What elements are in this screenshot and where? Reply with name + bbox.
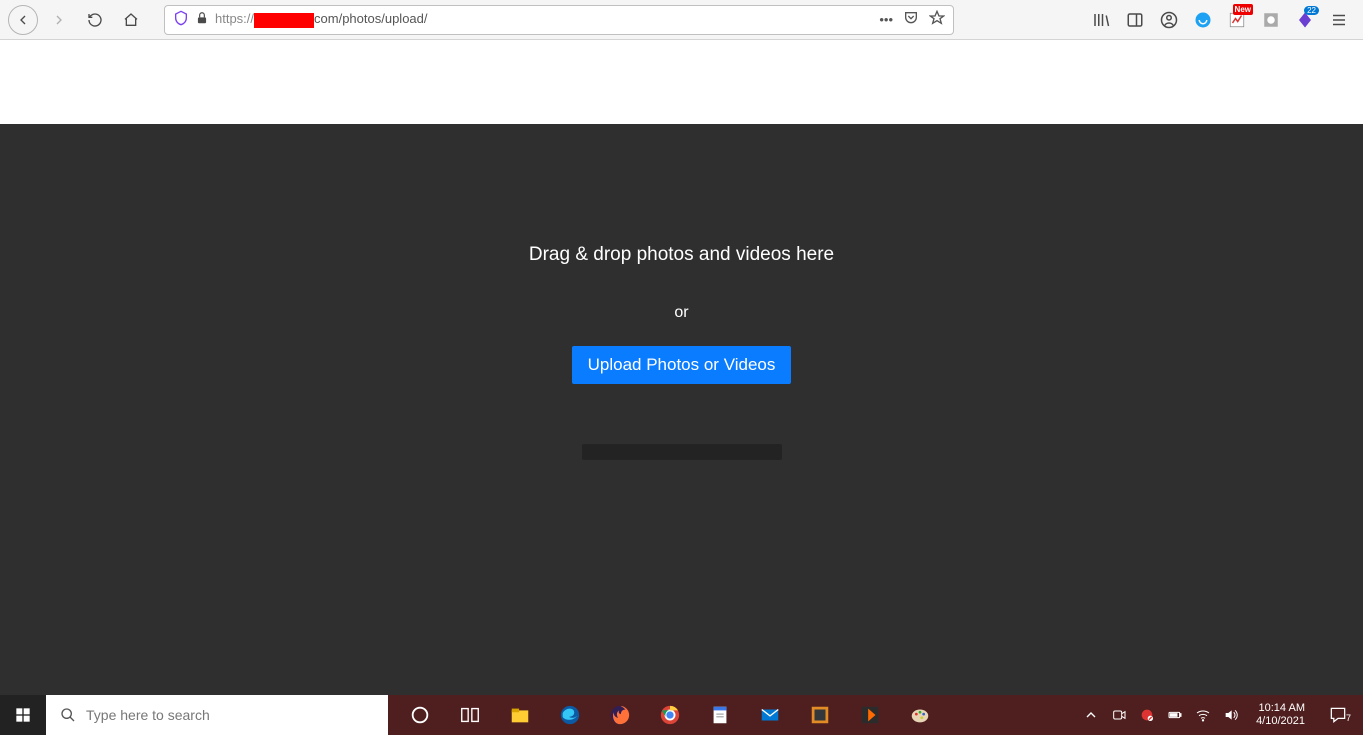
paint-icon[interactable] xyxy=(906,701,934,729)
extension-grey-icon[interactable] xyxy=(1261,10,1281,30)
browser-toolbar: https://xxxxxxxcom/photos/upload/ ••• Ne xyxy=(0,0,1363,40)
pocket-icon[interactable] xyxy=(903,10,919,29)
hamburger-menu-icon[interactable] xyxy=(1329,10,1349,30)
taskbar-pinned-apps xyxy=(388,695,952,735)
windows-taskbar: Type here to search 10:14 AM 4/10/2021 7 xyxy=(0,695,1363,735)
url-scheme: https:// xyxy=(215,11,254,26)
upload-shadow-strip xyxy=(582,444,782,460)
tray-wifi-icon[interactable] xyxy=(1194,706,1212,724)
notification-count: 7 xyxy=(1346,713,1351,723)
file-explorer-icon[interactable] xyxy=(506,701,534,729)
bookmark-star-icon[interactable] xyxy=(929,10,945,29)
account-icon[interactable] xyxy=(1159,10,1179,30)
clock-time: 10:14 AM xyxy=(1256,702,1305,715)
notepad-icon[interactable] xyxy=(706,701,734,729)
browser-toolbar-icons: New 22 xyxy=(1091,10,1355,30)
cortana-icon[interactable] xyxy=(406,701,434,729)
url-text: https://xxxxxxxcom/photos/upload/ xyxy=(215,11,873,27)
taskbar-search-placeholder: Type here to search xyxy=(86,707,210,723)
edge-icon[interactable] xyxy=(556,701,584,729)
reload-button[interactable] xyxy=(80,5,110,35)
vm-icon[interactable] xyxy=(806,701,834,729)
extension-purple-icon[interactable]: 22 xyxy=(1295,10,1315,30)
tracking-shield-icon[interactable] xyxy=(173,10,189,29)
firefox-icon[interactable] xyxy=(606,701,634,729)
page-header-whitespace xyxy=(0,40,1363,124)
lock-icon xyxy=(195,11,209,28)
upload-button[interactable]: Upload Photos or Videos xyxy=(572,346,792,384)
clock-date: 4/10/2021 xyxy=(1256,715,1305,728)
page-viewport: Drag & drop photos and videos here or Up… xyxy=(0,40,1363,695)
action-center-icon[interactable]: 7 xyxy=(1321,705,1355,725)
taskbar-clock[interactable]: 10:14 AM 4/10/2021 xyxy=(1250,702,1311,728)
task-view-icon[interactable] xyxy=(456,701,484,729)
extension-blue-icon[interactable] xyxy=(1193,10,1213,30)
back-button[interactable] xyxy=(8,5,38,35)
tray-security-icon[interactable] xyxy=(1138,706,1156,724)
app-orange-icon[interactable] xyxy=(856,701,884,729)
sidebar-icon[interactable] xyxy=(1125,10,1145,30)
forward-button[interactable] xyxy=(44,5,74,35)
new-badge: New xyxy=(1233,4,1253,15)
home-button[interactable] xyxy=(116,5,146,35)
upload-dropzone[interactable]: Drag & drop photos and videos here or Up… xyxy=(0,124,1363,695)
tray-battery-icon[interactable] xyxy=(1166,706,1184,724)
url-redacted-host: xxxxxxx xyxy=(254,13,314,28)
start-button[interactable] xyxy=(0,695,46,735)
count-badge: 22 xyxy=(1304,6,1319,15)
tray-chevron-icon[interactable] xyxy=(1082,706,1100,724)
tray-meet-icon[interactable] xyxy=(1110,706,1128,724)
chrome-icon[interactable] xyxy=(656,701,684,729)
system-tray: 10:14 AM 4/10/2021 7 xyxy=(1074,695,1363,735)
extension-save-icon[interactable]: New xyxy=(1227,10,1247,30)
url-path: com/photos/upload/ xyxy=(314,11,427,26)
page-actions-icon[interactable]: ••• xyxy=(879,12,893,27)
tray-volume-icon[interactable] xyxy=(1222,706,1240,724)
upload-or-text: or xyxy=(674,304,688,322)
mail-icon[interactable] xyxy=(756,701,784,729)
upload-instruction-text: Drag & drop photos and videos here xyxy=(529,244,834,266)
library-icon[interactable] xyxy=(1091,10,1111,30)
address-bar[interactable]: https://xxxxxxxcom/photos/upload/ ••• xyxy=(164,5,954,35)
taskbar-search[interactable]: Type here to search xyxy=(46,695,388,735)
